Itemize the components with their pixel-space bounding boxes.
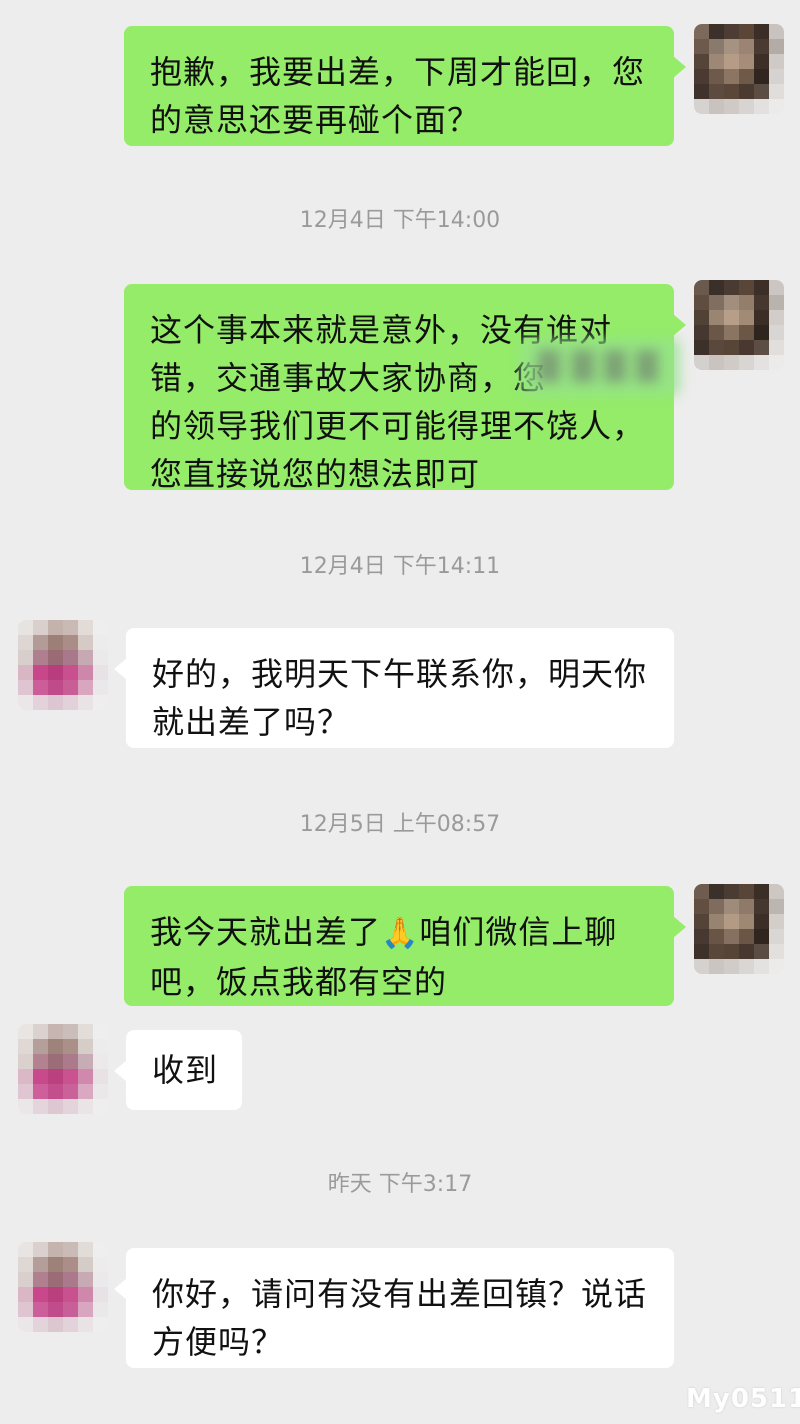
- folded-hands-emoji-icon: 🙏: [381, 916, 420, 951]
- own-message-bubble[interactable]: 我今天就出差了🙏咱们微信上聊 吧，饭点我都有空的: [124, 886, 686, 1006]
- timestamp: 12月4日 下午14:11: [299, 554, 501, 579]
- other-avatar-icon[interactable]: [18, 620, 108, 710]
- redacted-text-patch: [520, 338, 680, 396]
- message-text: 我今天就出差了: [150, 913, 382, 951]
- own-avatar-icon[interactable]: [694, 884, 784, 974]
- chat-area[interactable]: 抱歉，我要出差，下周才能回，您 的意思还要再碰个面？ 12月4日 下午14:00…: [0, 0, 800, 1424]
- timestamp: 昨天 下午3:17: [327, 1172, 473, 1197]
- watermark-logo: My0511: [686, 1384, 800, 1414]
- other-message-bubble[interactable]: 收到: [114, 1030, 242, 1110]
- timestamp: 12月4日 下午14:00: [299, 208, 501, 233]
- other-avatar-icon[interactable]: [18, 1242, 108, 1332]
- other-message-bubble[interactable]: 好的，我明天下午联系你，明天你 就出差了吗？: [114, 628, 674, 748]
- own-avatar-icon[interactable]: [694, 24, 784, 114]
- own-message-bubble[interactable]: 抱歉，我要出差，下周才能回，您 的意思还要再碰个面？: [124, 26, 686, 146]
- timestamp: 12月5日 上午08:57: [299, 812, 501, 837]
- other-message-bubble[interactable]: 你好，请问有没有出差回镇？说话 方便吗？: [114, 1248, 674, 1368]
- own-avatar-icon[interactable]: [694, 280, 784, 370]
- other-avatar-icon[interactable]: [18, 1024, 108, 1114]
